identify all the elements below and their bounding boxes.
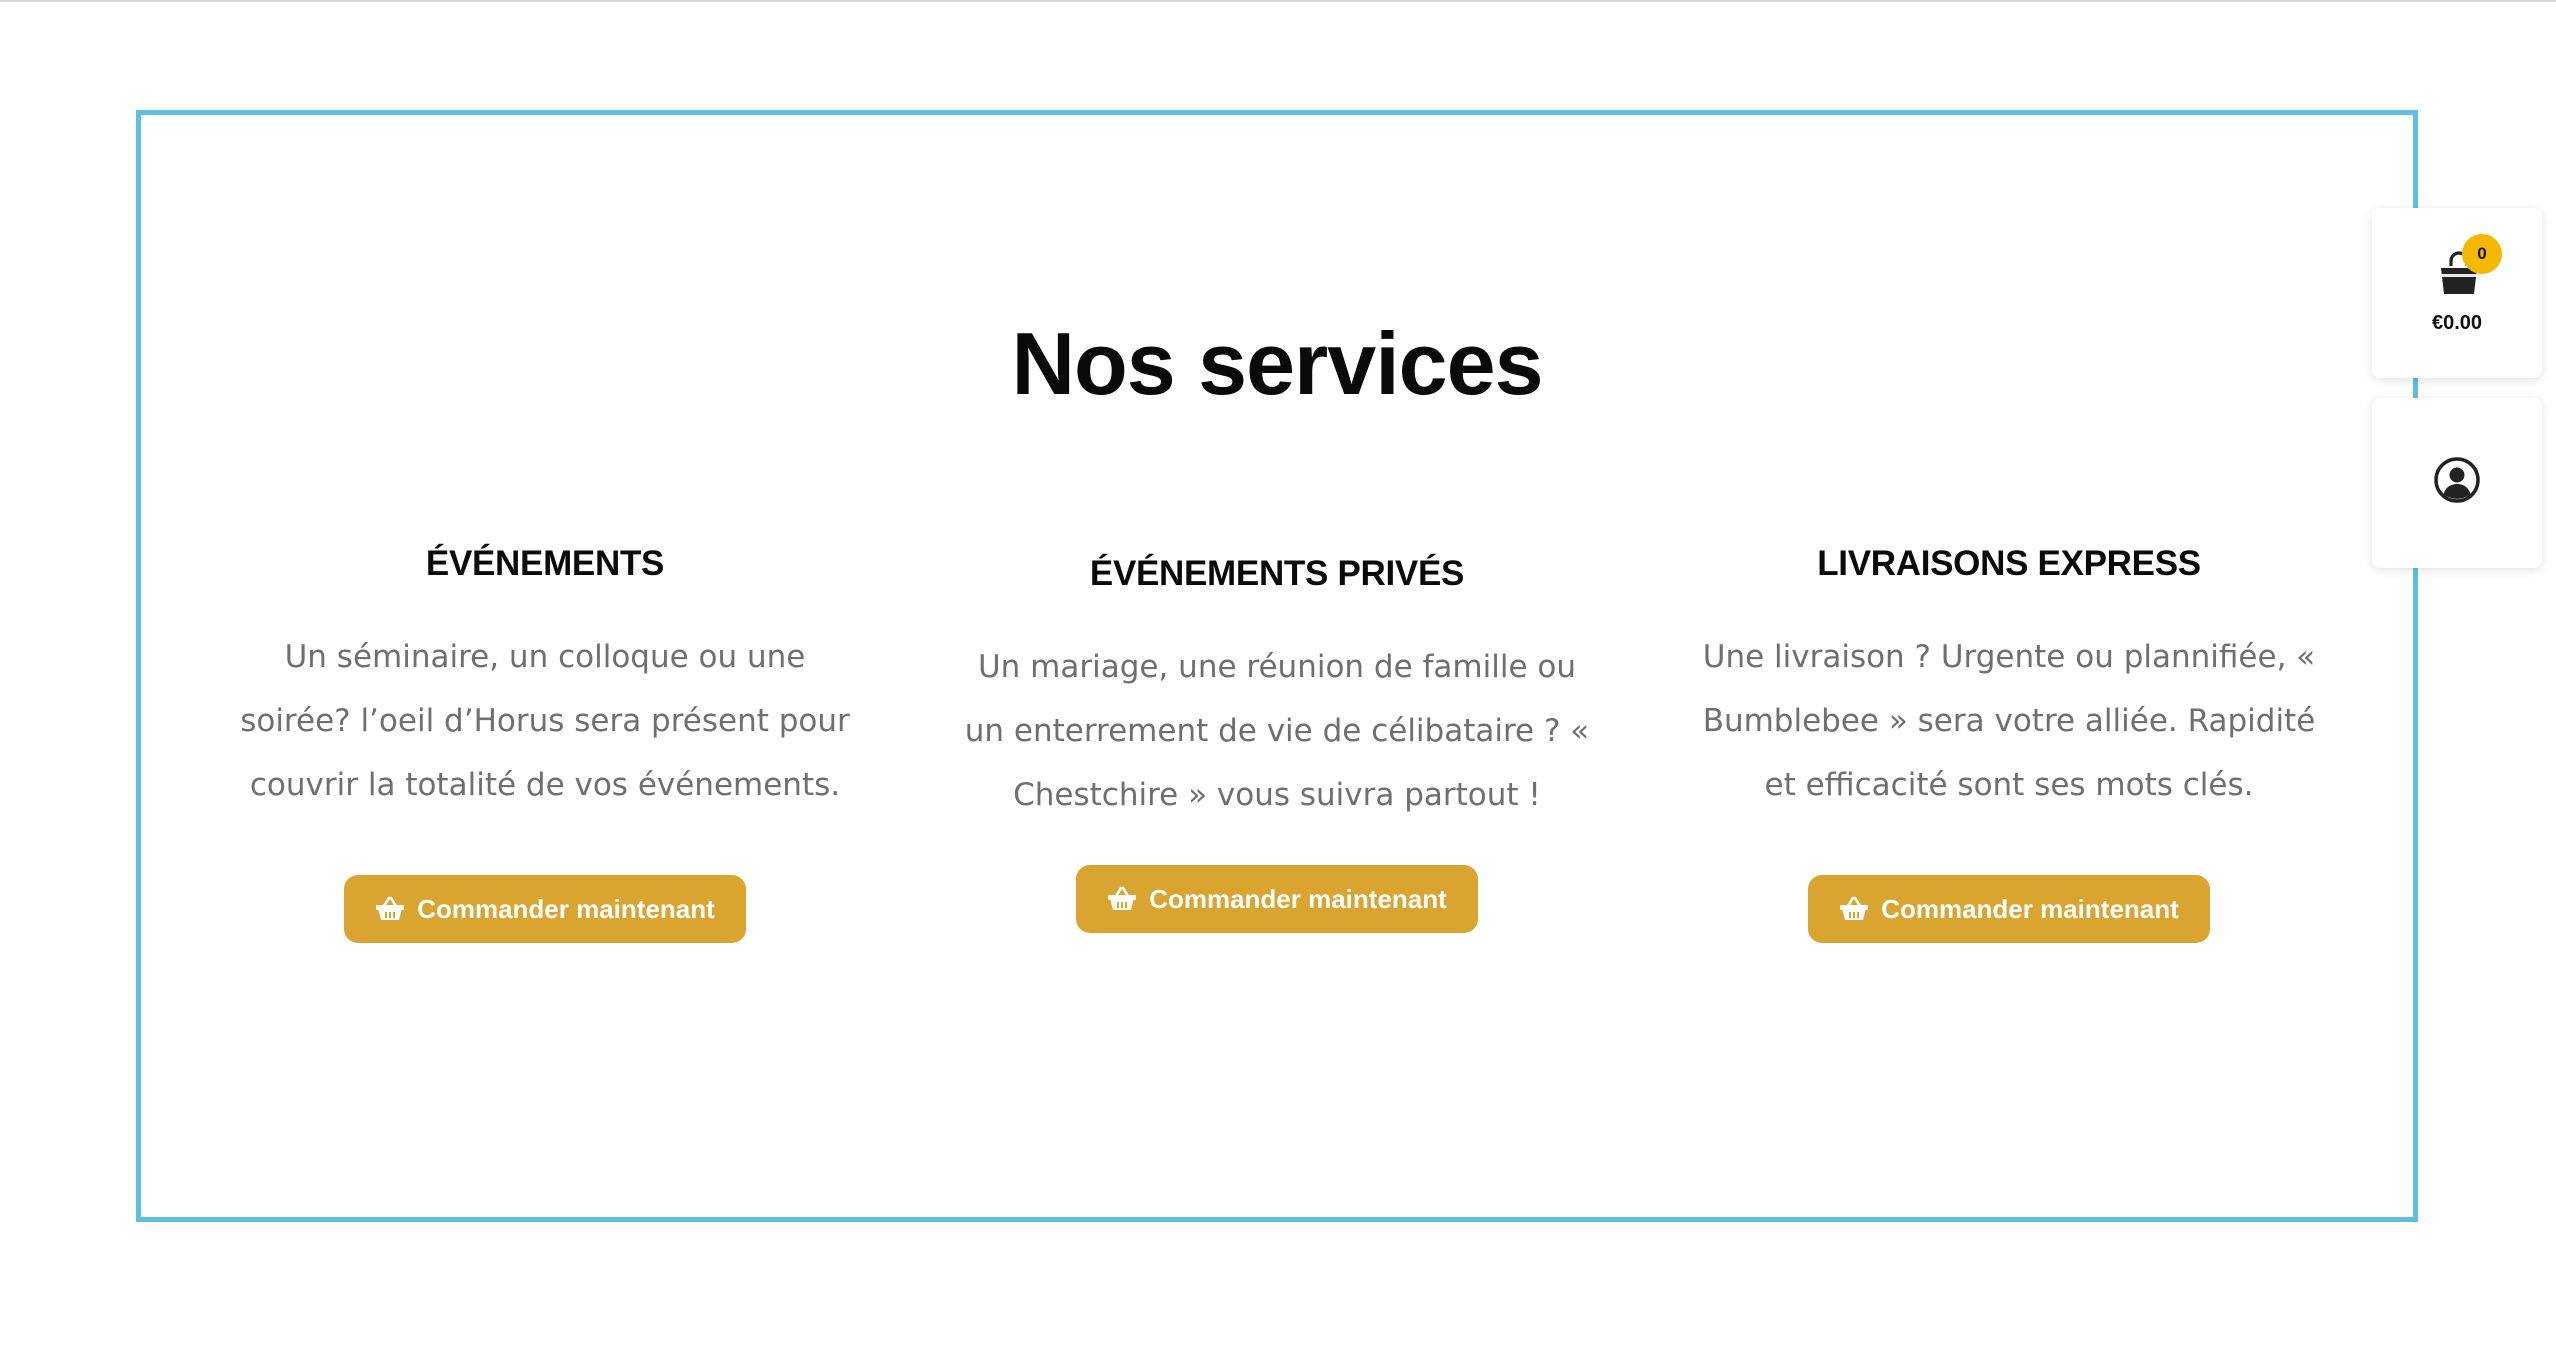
service-heading: ÉVÉNEMENTS [425, 544, 665, 583]
top-divider [0, 0, 2556, 2]
service-description-line: un enterrement de vie de célibataire ? « [964, 713, 1590, 749]
basket-icon [376, 896, 405, 920]
service-card-express-delivery: LIVRAISONS EXPRESS Une livraison ? Urgen… [1679, 539, 2339, 817]
service-description-line: couvrir la totalité de vos événements. [249, 767, 841, 803]
service-card-events: ÉVÉNEMENTS Un séminaire, un colloque ou … [215, 539, 875, 817]
service-description: Un séminaire, un colloque ou une soirée?… [225, 625, 865, 817]
order-button-events[interactable]: Commander maintenant [344, 875, 746, 943]
service-description-line: Bumblebee » sera votre alliée. Rapidité [1702, 703, 2316, 739]
service-card-private-events: ÉVÉNEMENTS PRIVÉS Un mariage, une réunio… [947, 549, 1607, 827]
service-description-line: et efficacité sont ses mots clés. [1764, 767, 2254, 803]
services-section: Nos services ÉVÉNEMENTS Un séminaire, un… [136, 110, 2418, 1222]
order-button-label: Commander maintenant [417, 893, 715, 924]
user-circle-icon [2434, 457, 2480, 503]
order-button-label: Commander maintenant [1881, 893, 2179, 924]
service-heading: LIVRAISONS EXPRESS [1817, 544, 2201, 583]
section-title: Nos services [1011, 314, 1543, 413]
service-description: Une livraison ? Urgente ou plannifiée, «… [1689, 625, 2329, 817]
order-button-label: Commander maintenant [1149, 883, 1447, 914]
cart-total: €0.00 [2431, 312, 2483, 334]
cart-count-badge: 0 [2462, 234, 2502, 274]
service-description-line: soirée? l’oeil d’Horus sera présent pour [240, 703, 850, 739]
service-description-line: Un séminaire, un colloque ou une [284, 639, 806, 675]
cart-widget[interactable]: 0 €0.00 [2372, 208, 2542, 378]
basket-icon [1108, 886, 1137, 910]
basket-icon [1840, 896, 1869, 920]
service-description-line: Un mariage, une réunion de famille ou [977, 649, 1577, 685]
service-heading: ÉVÉNEMENTS PRIVÉS [1089, 554, 1465, 593]
order-button-express-delivery[interactable]: Commander maintenant [1808, 875, 2210, 943]
account-widget[interactable] [2372, 398, 2542, 568]
service-description: Un mariage, une réunion de famille ou un… [957, 635, 1597, 827]
service-description-line: Chestchire » vous suivra partout ! [1013, 777, 1541, 813]
service-description-line: Une livraison ? Urgente ou plannifiée, « [1702, 639, 2316, 675]
order-button-private-events[interactable]: Commander maintenant [1076, 865, 1478, 933]
